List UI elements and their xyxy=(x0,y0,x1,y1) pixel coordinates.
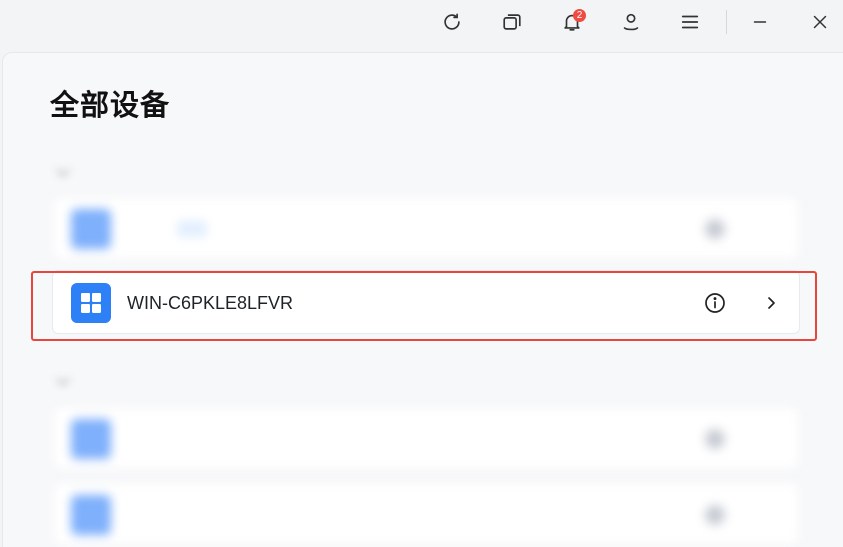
multi-window-icon xyxy=(503,14,521,30)
notification-badge: 2 xyxy=(573,9,586,22)
menu-button[interactable] xyxy=(674,7,706,37)
device-tag xyxy=(177,221,207,237)
refresh-icon xyxy=(444,13,460,30)
close-button[interactable] xyxy=(804,7,836,37)
refresh-button[interactable] xyxy=(436,7,468,37)
page-title: 全部设备 xyxy=(50,90,171,122)
info-icon xyxy=(705,219,725,239)
chevron-right-icon xyxy=(768,297,775,309)
device-icon xyxy=(71,495,111,535)
minimize-icon xyxy=(753,21,767,23)
device-card[interactable] xyxy=(52,196,800,260)
notification-button[interactable]: 2 xyxy=(556,7,588,37)
info-icon xyxy=(705,293,725,313)
user-button[interactable] xyxy=(615,7,647,37)
chevron-down-icon xyxy=(55,371,71,387)
device-name: WIN-C6PKLE8LFVR xyxy=(127,293,294,313)
user-icon xyxy=(623,13,639,31)
menu-icon xyxy=(681,15,699,29)
info-icon xyxy=(705,429,725,449)
device-open-button[interactable] xyxy=(759,291,783,315)
device-info-button[interactable] xyxy=(703,291,727,315)
chevron-down-icon xyxy=(55,162,71,178)
info-icon xyxy=(705,505,725,525)
device-icon xyxy=(71,209,111,249)
device-card[interactable] xyxy=(52,482,800,546)
multi-window-button[interactable] xyxy=(496,7,528,37)
device-card-selected[interactable]: WIN-C6PKLE8LFVR xyxy=(52,270,800,334)
device-icon xyxy=(71,419,111,459)
title-bar: 2 xyxy=(0,0,843,46)
group-header[interactable] xyxy=(55,368,86,390)
titlebar-separator xyxy=(726,10,727,34)
group-header[interactable] xyxy=(55,159,86,181)
minimize-button[interactable] xyxy=(744,7,776,37)
close-icon xyxy=(813,15,827,29)
windows-icon xyxy=(71,283,111,323)
device-card[interactable] xyxy=(52,406,800,470)
